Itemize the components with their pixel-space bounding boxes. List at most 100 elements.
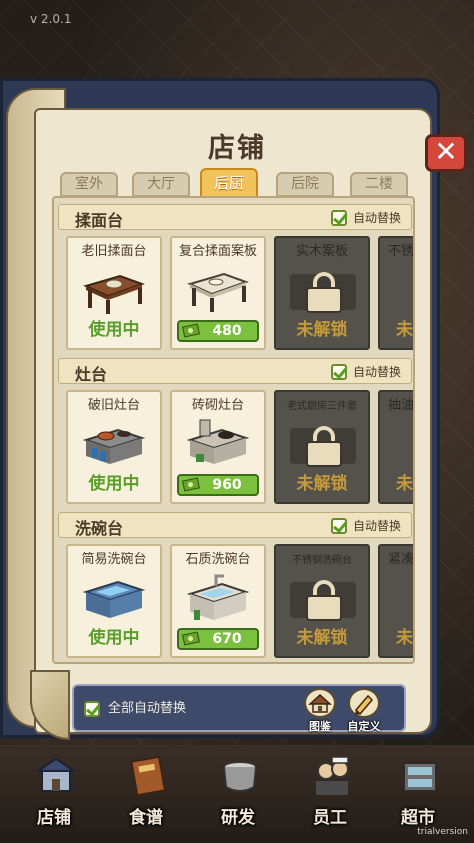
locked-status: 未解锁: [296, 474, 348, 494]
dough-table-icon: [83, 274, 145, 314]
buy-button[interactable]: 670: [177, 628, 259, 650]
recipe-book-icon: [130, 755, 167, 797]
tab-bar: 室外 大厅 后厨 后院 二楼: [60, 168, 415, 198]
cash-icon: [182, 323, 200, 338]
item-card-locked[interactable]: 老式厨房三件套 未解锁: [274, 390, 370, 504]
item-card-locked[interactable]: 实木案板 未解锁: [274, 236, 370, 350]
market-icon: [403, 762, 437, 792]
nav-research[interactable]: 研发: [198, 747, 278, 833]
buy-button[interactable]: 960: [177, 474, 259, 496]
locked-status: 未解锁: [296, 320, 348, 340]
equipment-panel: 揉面台 自动替换 老旧揉面台 使用中 复合揉面案板 480 实木案板 未解锁 不…: [52, 196, 415, 664]
auto-replace-toggle[interactable]: 自动替换: [330, 209, 401, 227]
shop-icon: [34, 757, 78, 792]
item-name: 抽油: [388, 398, 415, 413]
auto-replace-label: 自动替换: [352, 365, 401, 379]
bottom-action-bar: 全部自动替换 图鉴 自定义: [72, 684, 406, 733]
in-use-status: 使用中: [88, 628, 140, 648]
tab-kitchen[interactable]: 后厨: [200, 168, 258, 198]
pot-icon: [223, 761, 257, 792]
card-row: 简易洗碗台 使用中 石质洗碗台 670 不锈钢洗碗台 未解锁 紧凑 未: [66, 544, 413, 660]
checkbox-checked-icon[interactable]: [330, 518, 347, 534]
nav-shop[interactable]: 店铺: [14, 747, 94, 833]
lock-icon: [306, 272, 342, 313]
item-name: 砖砌灶台: [191, 398, 244, 413]
cash-icon: [182, 631, 200, 646]
item-name: 简易洗碗台: [81, 552, 147, 567]
item-card-locked[interactable]: 紧凑 未: [378, 544, 413, 658]
auto-replace-label: 自动替换: [352, 211, 401, 225]
tab-backyard[interactable]: 后院: [276, 172, 334, 197]
bottom-nav: 店铺 食谱 研发 员工 超市: [0, 745, 474, 843]
item-name: 破旧灶台: [87, 398, 140, 413]
section-title: 洗碗台: [75, 519, 124, 538]
nav-staff[interactable]: 员工: [290, 747, 370, 833]
item-card[interactable]: 破旧灶台 使用中: [66, 390, 162, 504]
item-name: 不锈钢洗碗台: [292, 555, 352, 566]
customize-button[interactable]: 自定义: [344, 688, 384, 733]
locked-status: 未: [396, 628, 413, 648]
auto-replace-toggle[interactable]: 自动替换: [330, 363, 401, 381]
close-icon[interactable]: ✕: [434, 135, 457, 168]
trial-watermark: trialversion: [417, 827, 468, 837]
nav-label: 食谱: [129, 808, 163, 828]
card-row: 老旧揉面台 使用中 复合揉面案板 480 实木案板 未解锁 不锈 未: [66, 236, 415, 352]
item-card-locked[interactable]: 不锈钢洗碗台 未解锁: [274, 544, 370, 658]
item-name: 不锈: [388, 244, 415, 259]
old-stove-icon: [82, 428, 146, 464]
tab-second-floor[interactable]: 二楼: [350, 172, 408, 197]
tab-outdoor[interactable]: 室外: [60, 172, 118, 197]
in-use-status: 使用中: [88, 474, 140, 494]
item-card[interactable]: 石质洗碗台 670: [170, 544, 266, 658]
section-dough-table: 揉面台 自动替换 老旧揉面台 使用中 复合揉面案板 480 实木案板 未解锁 不…: [58, 204, 415, 352]
buy-button[interactable]: 480: [177, 320, 259, 342]
dialog-title: 店铺: [208, 133, 266, 164]
locked-status: 未: [396, 474, 413, 494]
pencil-icon[interactable]: [348, 688, 380, 718]
item-name: 老式厨房三件套: [287, 401, 357, 412]
item-card-locked[interactable]: 抽油 未: [378, 390, 415, 504]
brick-stove-icon: [186, 419, 250, 464]
item-card[interactable]: 砖砌灶台 960: [170, 390, 266, 504]
item-card[interactable]: 复合揉面案板 480: [170, 236, 266, 350]
nav-label: 超市: [401, 808, 435, 828]
simple-sink-icon: [82, 580, 146, 618]
checkbox-checked-icon[interactable]: [84, 701, 100, 717]
item-name: 复合揉面案板: [178, 244, 257, 259]
item-card[interactable]: 老旧揉面台 使用中: [66, 236, 162, 350]
staff-icon: [316, 756, 349, 795]
section-sink: 洗碗台 自动替换 简易洗碗台 使用中 石质洗碗台 670 不锈钢洗碗台 未解锁 …: [58, 512, 413, 660]
locked-status: 未解锁: [296, 628, 348, 648]
auto-replace-toggle[interactable]: 自动替换: [330, 517, 401, 535]
nav-label: 研发: [221, 808, 255, 828]
nav-label: 店铺: [37, 808, 71, 828]
lock-icon: [306, 580, 342, 621]
house-icon[interactable]: [304, 688, 336, 718]
all-auto-replace-toggle[interactable]: 全部自动替换: [84, 699, 186, 719]
item-card-locked[interactable]: 不锈 未: [378, 236, 415, 350]
auto-replace-label: 自动替换: [352, 519, 401, 533]
customize-label: 自定义: [347, 720, 381, 733]
locked-status: 未: [396, 320, 413, 340]
tab-hall[interactable]: 大厅: [132, 172, 190, 197]
handbook-button[interactable]: 图鉴: [300, 688, 340, 733]
nav-market[interactable]: 超市: [378, 747, 458, 833]
section-header: 揉面台 自动替换: [58, 204, 412, 230]
checkbox-checked-icon[interactable]: [330, 210, 347, 226]
version-label: v 2.0.1: [30, 12, 72, 26]
all-auto-replace-label: 全部自动替换: [108, 701, 187, 716]
checkbox-checked-icon[interactable]: [330, 364, 347, 380]
close-button[interactable]: ✕: [425, 134, 467, 172]
item-card[interactable]: 简易洗碗台 使用中: [66, 544, 162, 658]
card-row: 破旧灶台 使用中 砖砌灶台 960 老式厨房三件套 未解锁 抽油 未: [66, 390, 415, 506]
section-header: 灶台 自动替换: [58, 358, 412, 384]
price-value: 670: [212, 631, 242, 647]
section-title: 揉面台: [75, 211, 124, 230]
section-stove: 灶台 自动替换 破旧灶台 使用中 砖砌灶台 960 老式厨房三件套 未解锁 抽油…: [58, 358, 415, 506]
composite-board-icon: [187, 272, 249, 312]
item-name: 实木案板: [295, 244, 348, 259]
section-title: 灶台: [75, 365, 108, 384]
cash-icon: [182, 477, 200, 492]
item-name: 老旧揉面台: [81, 244, 147, 259]
nav-recipes[interactable]: 食谱: [106, 747, 186, 833]
